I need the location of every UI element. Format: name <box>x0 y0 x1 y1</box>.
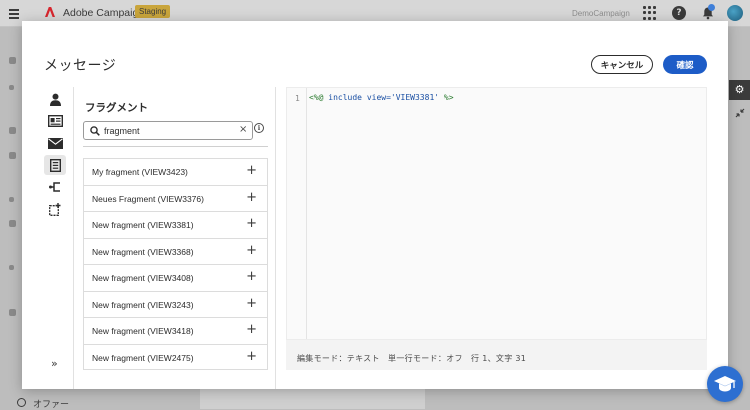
fragment-icon <box>49 158 61 172</box>
nav-chevron-icon[interactable] <box>9 85 14 90</box>
add-fragment-icon[interactable]: + <box>246 243 257 258</box>
app-title[interactable]: Adobe Campaign <box>63 7 144 19</box>
learn-help-button[interactable] <box>707 366 743 402</box>
fragment-list-item[interactable]: Neues Fragment (VIEW3376) + <box>83 184 268 211</box>
background-card <box>200 389 425 409</box>
add-fragment-icon[interactable]: + <box>246 270 257 284</box>
toolbar-divider <box>73 87 74 389</box>
graduation-cap-icon <box>714 376 736 392</box>
nav-item-icon[interactable] <box>9 309 16 316</box>
nav-item-icon[interactable] <box>9 152 16 159</box>
clear-search-icon[interactable]: × <box>239 124 247 135</box>
fragment-list-item[interactable]: New fragment (VIEW3408) + <box>83 264 268 291</box>
editor-status-bar: 編集モード：テキスト 単一行モード：オフ 行 1、文字 31 <box>286 340 707 370</box>
personalization-profile-icon <box>49 93 61 106</box>
org-name[interactable]: DemoCampaign <box>572 9 630 18</box>
nav-item-icon[interactable] <box>9 127 16 134</box>
nav-item-icon[interactable] <box>9 57 16 64</box>
hamburger-menu-icon[interactable] <box>6 5 22 21</box>
conditional-branch-icon <box>49 182 60 192</box>
code-keyword: include view= <box>328 93 391 102</box>
fragment-name: New fragment (VIEW3243) <box>92 299 194 310</box>
info-icon[interactable]: i <box>254 123 264 133</box>
add-fragment-icon[interactable]: + <box>246 217 257 231</box>
add-fragment-icon[interactable]: + <box>246 349 257 364</box>
left-navigation-rail <box>0 27 22 409</box>
fragment-name: New fragment (VIEW3381) <box>92 220 194 230</box>
nav-item-offers[interactable]: オファー <box>33 397 69 410</box>
helper-functions-tool[interactable] <box>44 199 66 219</box>
add-fragment-icon[interactable]: + <box>246 296 257 311</box>
editor-status-text: 編集モード：テキスト 単一行モード：オフ 行 1、文字 31 <box>297 354 527 363</box>
message-dialog: メッセージ キャンセル 確認 » フラグメント fragment × i My … <box>22 21 728 389</box>
fragment-name: My fragment (VIEW3423) <box>92 167 188 177</box>
code-open-tag: <%@ <box>309 93 324 102</box>
contact-card-tool[interactable] <box>44 111 66 131</box>
offer-icon <box>17 398 26 407</box>
panel-separator <box>83 146 268 147</box>
fragment-name: New fragment (VIEW3418) <box>92 326 194 336</box>
adobe-logo-icon <box>45 7 55 17</box>
user-avatar[interactable] <box>727 5 743 21</box>
fragment-list-item[interactable]: New fragment (VIEW3243) + <box>83 290 268 317</box>
fragment-list-item[interactable]: New fragment (VIEW3418) + <box>83 317 268 344</box>
add-fragment-icon[interactable]: + <box>246 164 257 178</box>
nav-chevron-icon[interactable] <box>9 265 14 270</box>
fragment-name: New fragment (VIEW2475) <box>92 352 194 363</box>
helper-functions-icon <box>49 202 61 216</box>
gear-icon[interactable]: ⚙ <box>729 80 750 100</box>
fragment-name: New fragment (VIEW3408) <box>92 273 194 283</box>
code-line[interactable]: <%@ include view='VIEW3381' %> <box>309 93 454 102</box>
conditional-content-tool[interactable] <box>44 177 66 197</box>
nav-chevron-icon[interactable] <box>9 197 14 202</box>
environment-badge: Staging <box>135 5 171 18</box>
fragments-heading: フラグメント <box>85 102 148 114</box>
add-fragment-icon[interactable]: + <box>246 190 257 205</box>
add-fragment-icon[interactable]: + <box>246 323 257 337</box>
confirm-button[interactable]: 確認 <box>663 55 707 74</box>
code-editor[interactable]: 1 <%@ include view='VIEW3381' %> <box>286 87 707 340</box>
message-envelope-icon <box>47 137 63 149</box>
profile-attributes-tool[interactable] <box>44 89 66 109</box>
line-number-gutter: 1 <box>287 88 307 339</box>
fragment-tool[interactable] <box>44 155 66 175</box>
search-icon <box>90 126 100 136</box>
fragment-list-item[interactable]: My fragment (VIEW3423) + <box>83 158 268 185</box>
line-number: 1 <box>295 94 300 103</box>
fragment-list: My fragment (VIEW3423) + Neues Fragment … <box>83 158 268 389</box>
personalization-toolbar: » <box>42 87 70 389</box>
fragment-search-input[interactable] <box>104 123 234 138</box>
notification-badge <box>708 4 715 11</box>
fragment-name: New fragment (VIEW3368) <box>92 246 194 257</box>
dialog-title: メッセージ <box>44 58 117 74</box>
message-tool[interactable] <box>44 133 66 153</box>
collapse-arrows-icon[interactable] <box>735 108 745 118</box>
fragment-search-box[interactable]: × <box>83 121 253 140</box>
cancel-button[interactable]: キャンセル <box>591 55 653 74</box>
expand-panel-icon[interactable]: » <box>51 357 58 370</box>
app-switcher-icon[interactable] <box>643 6 656 20</box>
help-icon[interactable]: ? <box>672 6 686 20</box>
code-close-tag: %> <box>443 93 454 102</box>
code-string: 'VIEW3381' <box>390 93 440 102</box>
fragment-name: Neues Fragment (VIEW3376) <box>92 193 204 204</box>
fragment-list-item[interactable]: New fragment (VIEW3381) + <box>83 211 268 238</box>
contact-card-icon <box>47 115 63 127</box>
fragment-list-item[interactable]: New fragment (VIEW2475) + <box>83 343 268 370</box>
panel-divider <box>275 87 276 389</box>
fragment-list-item[interactable]: New fragment (VIEW3368) + <box>83 237 268 264</box>
nav-item-icon[interactable] <box>9 220 16 227</box>
